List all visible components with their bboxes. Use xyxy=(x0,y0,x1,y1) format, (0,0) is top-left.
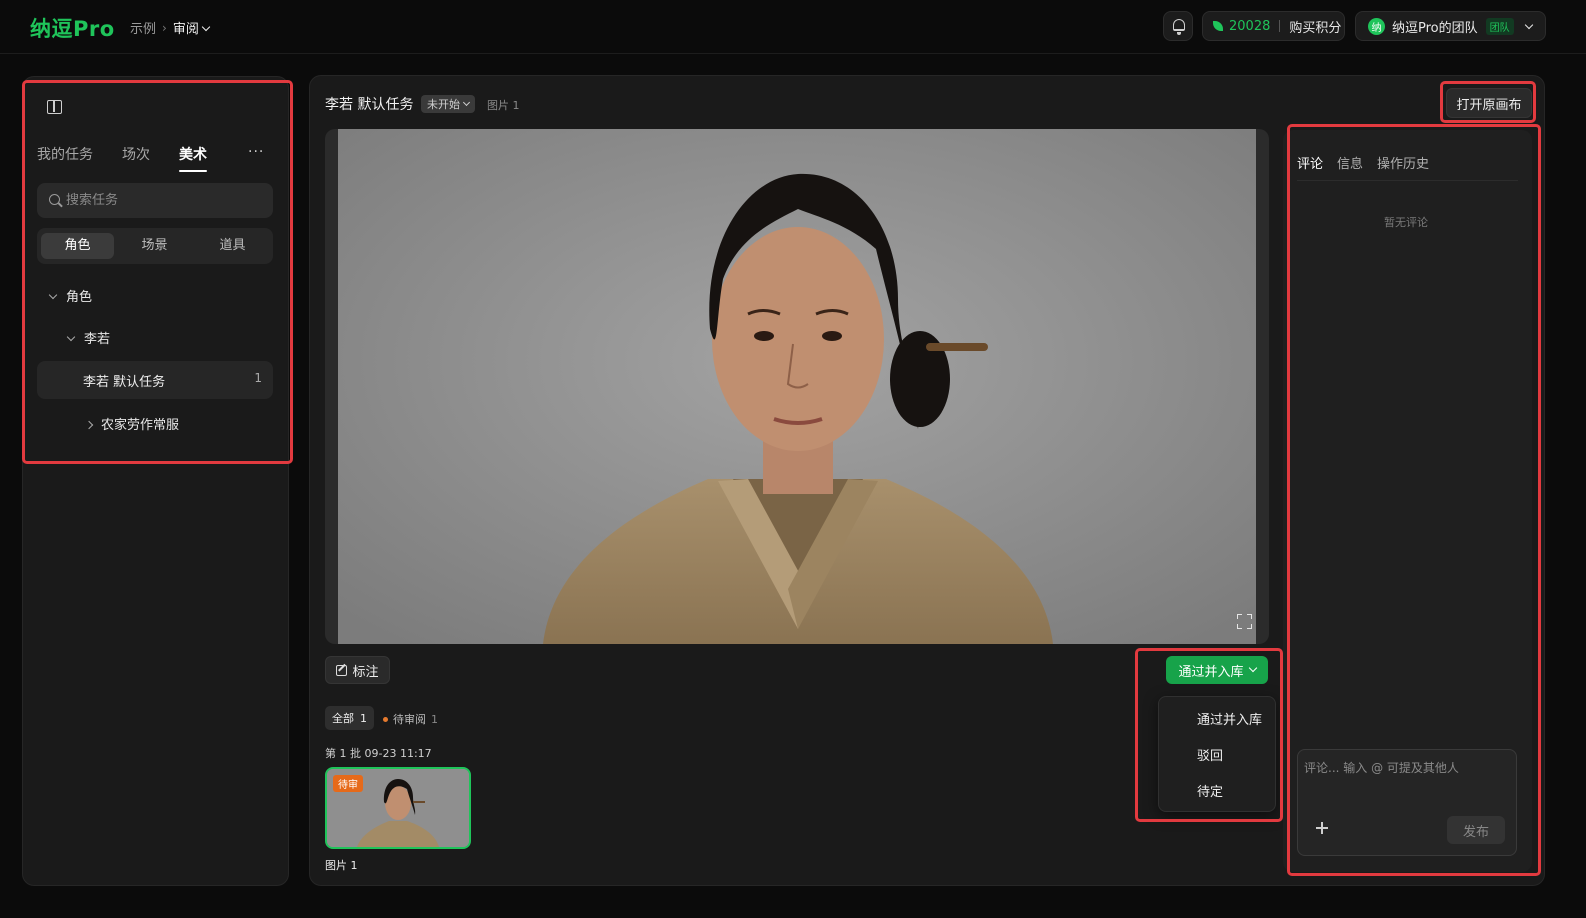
chevron-down-icon xyxy=(66,332,76,342)
approve-dropdown-menu: 通过并入库 驳回 待定 xyxy=(1158,696,1276,812)
tree-node-label: 角色 xyxy=(66,290,93,305)
tab-my-tasks[interactable]: 我的任务 xyxy=(37,144,93,164)
tree-node-label: 农家劳作常服 xyxy=(101,418,180,433)
tree-node-label: 李若 xyxy=(84,332,111,347)
team-avatar: 纳 xyxy=(1368,17,1385,35)
chevron-down-icon xyxy=(48,290,58,300)
tab-info[interactable]: 信息 xyxy=(1337,153,1363,172)
chevron-right-icon: › xyxy=(162,20,167,35)
team-switcher[interactable]: 纳 纳逗Pro的团队 团队 xyxy=(1355,11,1546,41)
status-dropdown[interactable]: 未开始 xyxy=(421,95,475,113)
annotate-button[interactable]: 标注 xyxy=(325,656,390,684)
app-logo[interactable]: 纳逗Pro xyxy=(30,13,115,43)
image-thumbnail[interactable]: 待审 xyxy=(325,767,471,849)
thumbnail-caption: 图片 1 xyxy=(325,859,358,872)
batch-label: 第 1 批 09-23 11:17 xyxy=(325,747,432,760)
search-icon xyxy=(49,194,60,205)
filter-pending[interactable]: 待审阅 1 xyxy=(383,711,438,727)
task-item-count: 1 xyxy=(254,371,262,385)
tab-art[interactable]: 美术 xyxy=(179,144,207,172)
page-title: 李若 默认任务 xyxy=(325,97,414,113)
tree-node-character[interactable]: 李若 xyxy=(66,328,111,347)
segment-scene[interactable]: 场景 xyxy=(118,233,191,259)
chevron-right-icon xyxy=(84,420,94,430)
comments-divider xyxy=(1297,180,1518,181)
category-segment: 角色 场景 道具 xyxy=(37,228,273,264)
publish-button[interactable]: 发布 xyxy=(1447,816,1505,844)
layout-toggle-icon[interactable] xyxy=(47,100,62,114)
team-name: 纳逗Pro的团队 xyxy=(1392,20,1478,36)
breadcrumb-root[interactable]: 示例 xyxy=(130,18,156,37)
filter-pending-label: 待审阅 xyxy=(393,713,426,726)
menu-item-pending[interactable]: 待定 xyxy=(1197,781,1223,800)
image-count: 图片 1 xyxy=(487,99,520,112)
buy-points-label: 购买积分 xyxy=(1289,20,1342,36)
points-button[interactable]: 20028 购买积分 xyxy=(1202,11,1345,41)
segment-prop[interactable]: 道具 xyxy=(196,233,269,259)
chevron-down-icon xyxy=(201,22,211,32)
plus-icon[interactable] xyxy=(1316,822,1328,834)
chevron-down-icon xyxy=(1248,663,1257,673)
filter-pending-count: 1 xyxy=(431,712,438,726)
thumbnail-status-badge: 待审 xyxy=(333,775,363,792)
edit-icon xyxy=(336,664,348,676)
segment-character[interactable]: 角色 xyxy=(41,233,114,259)
tab-scenes[interactable]: 场次 xyxy=(122,144,150,164)
approve-button[interactable]: 通过并入库 xyxy=(1166,656,1268,684)
bell-icon xyxy=(1173,19,1185,35)
tab-history[interactable]: 操作历史 xyxy=(1377,153,1429,172)
chevron-down-icon xyxy=(1524,20,1533,29)
points-divider xyxy=(1279,20,1281,32)
open-canvas-button[interactable]: 打开原画布 xyxy=(1446,88,1532,118)
top-bar xyxy=(0,0,1586,54)
empty-comments: 暂无评论 xyxy=(1384,216,1428,229)
filter-all-count: 1 xyxy=(360,711,367,725)
fullscreen-icon[interactable] xyxy=(1237,614,1252,629)
breadcrumb-current-label: 审阅 xyxy=(172,22,199,37)
comment-input[interactable] xyxy=(1304,759,1509,799)
status-label: 未开始 xyxy=(427,98,460,111)
tree-node-costume[interactable]: 农家劳作常服 xyxy=(84,414,180,433)
notification-button[interactable] xyxy=(1163,11,1193,41)
tab-comments[interactable]: 评论 xyxy=(1297,153,1323,172)
comments-tabs: 评论 信息 操作历史 xyxy=(1297,153,1429,172)
breadcrumb: 示例 › 审阅 xyxy=(130,18,211,37)
more-icon[interactable]: ··· xyxy=(248,144,264,160)
team-badge: 团队 xyxy=(1485,17,1514,35)
leaf-icon xyxy=(1213,21,1223,31)
points-value: 20028 xyxy=(1229,18,1271,34)
review-image[interactable] xyxy=(338,129,1256,644)
annotate-label: 标注 xyxy=(352,664,379,680)
search-input[interactable] xyxy=(66,186,266,214)
approve-label: 通过并入库 xyxy=(1178,664,1244,680)
menu-item-reject[interactable]: 驳回 xyxy=(1197,745,1223,764)
filter-all[interactable]: 全部 1 xyxy=(325,706,374,730)
portrait-illustration xyxy=(338,129,1256,644)
task-item-label: 李若 默认任务 xyxy=(83,375,166,390)
tree-node-root[interactable]: 角色 xyxy=(48,286,93,305)
chevron-down-icon xyxy=(462,98,471,107)
pending-dot-icon xyxy=(383,716,388,722)
filter-all-label: 全部 xyxy=(332,712,354,725)
task-item-active[interactable]: 李若 默认任务 1 xyxy=(37,361,273,399)
menu-item-approve[interactable]: 通过并入库 xyxy=(1197,709,1262,728)
breadcrumb-current[interactable]: 审阅 xyxy=(172,18,211,37)
